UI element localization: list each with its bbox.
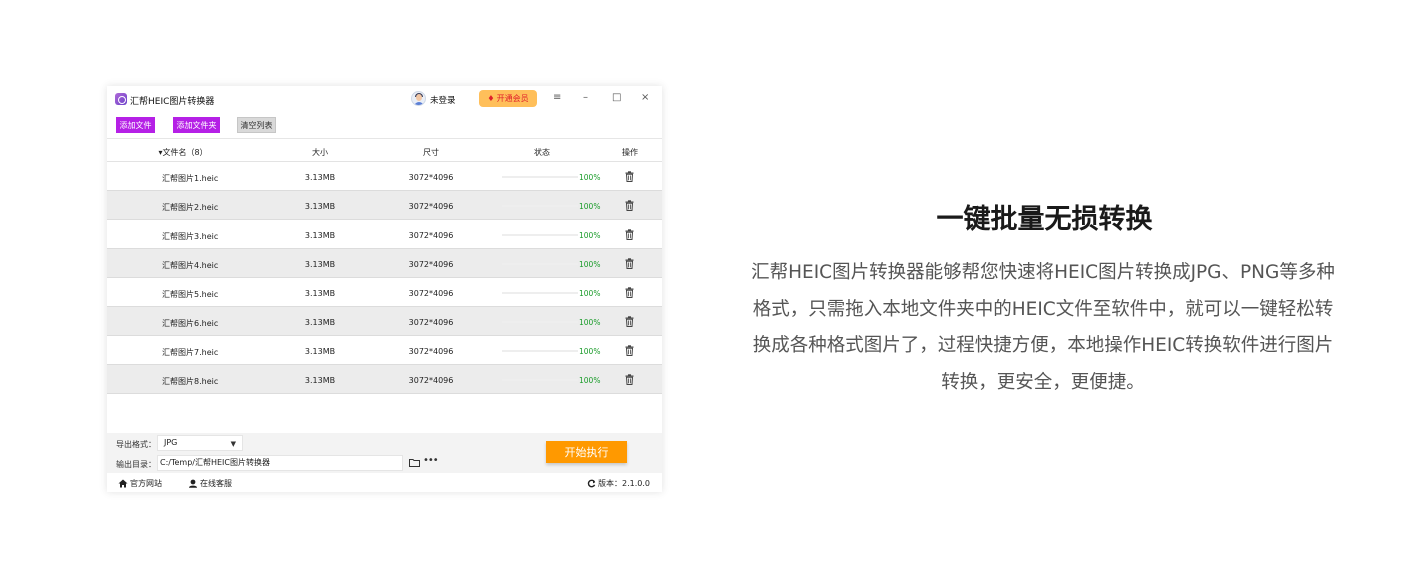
column-status-header: 状态 (534, 148, 550, 157)
app-title: 汇帮HEIC图片转换器 (130, 97, 215, 107)
output-settings: 导出格式： JPG ▼ 输出目录： C:/Temp/汇帮HEIC图片转换器 ••… (107, 433, 662, 492)
maximize-icon[interactable]: □ (612, 92, 621, 104)
website-link[interactable]: 官方网站 (118, 478, 162, 489)
progress-bar (502, 263, 578, 265)
start-button[interactable]: 开始执行 (546, 441, 627, 463)
column-action-header: 操作 (622, 148, 638, 157)
file-dimensions: 3072*4096 (408, 347, 454, 356)
trash-icon[interactable] (625, 287, 634, 298)
table-row[interactable]: 汇帮图片5.heic 3.13MB 3072*4096 100% (107, 278, 662, 307)
website-label: 官方网站 (130, 479, 162, 488)
more-icon[interactable]: ••• (423, 455, 439, 466)
progress-percent: 100% (579, 260, 601, 269)
file-dimensions: 3072*4096 (408, 173, 454, 182)
file-size: 3.13MB (304, 318, 336, 327)
app-window: 汇帮HEIC图片转换器 未登录 ♦ 开通会员 ≡ – □ × 添加文件 添加文件… (107, 86, 662, 492)
file-size: 3.13MB (304, 260, 336, 269)
table-row[interactable]: 汇帮图片8.heic 3.13MB 3072*4096 100% (107, 365, 662, 394)
file-size: 3.13MB (304, 173, 336, 182)
promo-description: 汇帮HEIC图片转换器能够帮您快速将HEIC图片转换成JPG、PNG等多种格式，… (751, 262, 1335, 393)
format-label: 导出格式： (116, 440, 156, 449)
login-status[interactable]: 未登录 (430, 94, 456, 106)
table-row[interactable]: 汇帮图片7.heic 3.13MB 3072*4096 100% (107, 336, 662, 365)
trash-icon[interactable] (625, 374, 634, 385)
file-size: 3.13MB (304, 289, 336, 298)
progress-percent: 100% (579, 318, 601, 327)
file-dimensions: 3072*4096 (408, 318, 454, 327)
table-row[interactable]: 汇帮图片6.heic 3.13MB 3072*4096 100% (107, 307, 662, 336)
table-header: ▾文件名（8） 大小 尺寸 状态 操作 (107, 140, 662, 162)
vip-label: 开通会员 (496, 94, 529, 103)
file-name: 汇帮图片8.heic (162, 377, 219, 386)
support-link[interactable]: 在线客服 (188, 478, 232, 489)
file-dimensions: 3072*4096 (408, 376, 454, 385)
version-info[interactable]: 版本：2.1.0.0 (587, 478, 650, 489)
file-name: 汇帮图片4.heic (162, 261, 219, 270)
caret-down-icon: ▼ (230, 440, 236, 448)
close-icon[interactable]: × (641, 92, 649, 104)
progress-bar (502, 321, 578, 323)
vip-button[interactable]: ♦ 开通会员 (479, 90, 537, 107)
version-label: 版本：2.1.0.0 (598, 479, 650, 488)
menu-icon[interactable]: ≡ (553, 92, 561, 104)
progress-percent: 100% (579, 376, 601, 385)
table-row[interactable]: 汇帮图片1.heic 3.13MB 3072*4096 100% (107, 162, 662, 191)
file-name: 汇帮图片5.heic (162, 290, 219, 299)
progress-bar (502, 350, 578, 352)
avatar[interactable] (411, 91, 426, 106)
support-label: 在线客服 (200, 479, 232, 488)
file-dimensions: 3072*4096 (408, 289, 454, 298)
trash-icon[interactable] (625, 258, 634, 269)
title-bar: 汇帮HEIC图片转换器 未登录 ♦ 开通会员 ≡ – □ × (107, 86, 662, 112)
table-row[interactable]: 汇帮图片4.heic 3.13MB 3072*4096 100% (107, 249, 662, 278)
folder-icon[interactable] (409, 458, 420, 467)
progress-bar (502, 379, 578, 381)
file-size: 3.13MB (304, 347, 336, 356)
refresh-icon (587, 479, 596, 488)
progress-percent: 100% (579, 173, 601, 182)
format-select[interactable]: JPG ▼ (157, 435, 243, 451)
progress-percent: 100% (579, 347, 601, 356)
promo-headline: 一键批量无损转换 (936, 204, 1153, 235)
progress-bar (502, 176, 578, 178)
minimize-icon[interactable]: – (583, 92, 588, 104)
progress-percent: 100% (579, 289, 601, 298)
clear-list-button[interactable]: 清空列表 (237, 117, 276, 133)
output-dir-field[interactable]: C:/Temp/汇帮HEIC图片转换器 (157, 455, 403, 471)
trash-icon[interactable] (625, 316, 634, 327)
column-dimensions-header: 尺寸 (423, 148, 439, 157)
add-file-button[interactable]: 添加文件 (116, 117, 155, 133)
column-size-header: 大小 (312, 148, 328, 157)
add-folder-button[interactable]: 添加文件夹 (173, 117, 220, 133)
trash-icon[interactable] (625, 345, 634, 356)
file-name: 汇帮图片1.heic (162, 174, 219, 183)
home-icon (118, 479, 128, 488)
column-name-header[interactable]: ▾文件名（8） (158, 147, 207, 158)
diamond-icon: ♦ (487, 94, 495, 103)
progress-bar (502, 292, 578, 294)
footer: 官方网站 在线客服 版本：2.1.0.0 (107, 473, 662, 492)
support-icon (189, 479, 197, 488)
output-dir-label: 输出目录： (116, 460, 156, 469)
toolbar: 添加文件 添加文件夹 清空列表 (107, 112, 662, 139)
file-size: 3.13MB (304, 376, 336, 385)
file-name: 汇帮图片6.heic (162, 319, 219, 328)
app-logo-icon (115, 93, 127, 105)
format-value: JPG (164, 438, 178, 447)
file-name: 汇帮图片7.heic (162, 348, 219, 357)
trash-icon[interactable] (625, 171, 634, 182)
file-dimensions: 3072*4096 (408, 260, 454, 269)
